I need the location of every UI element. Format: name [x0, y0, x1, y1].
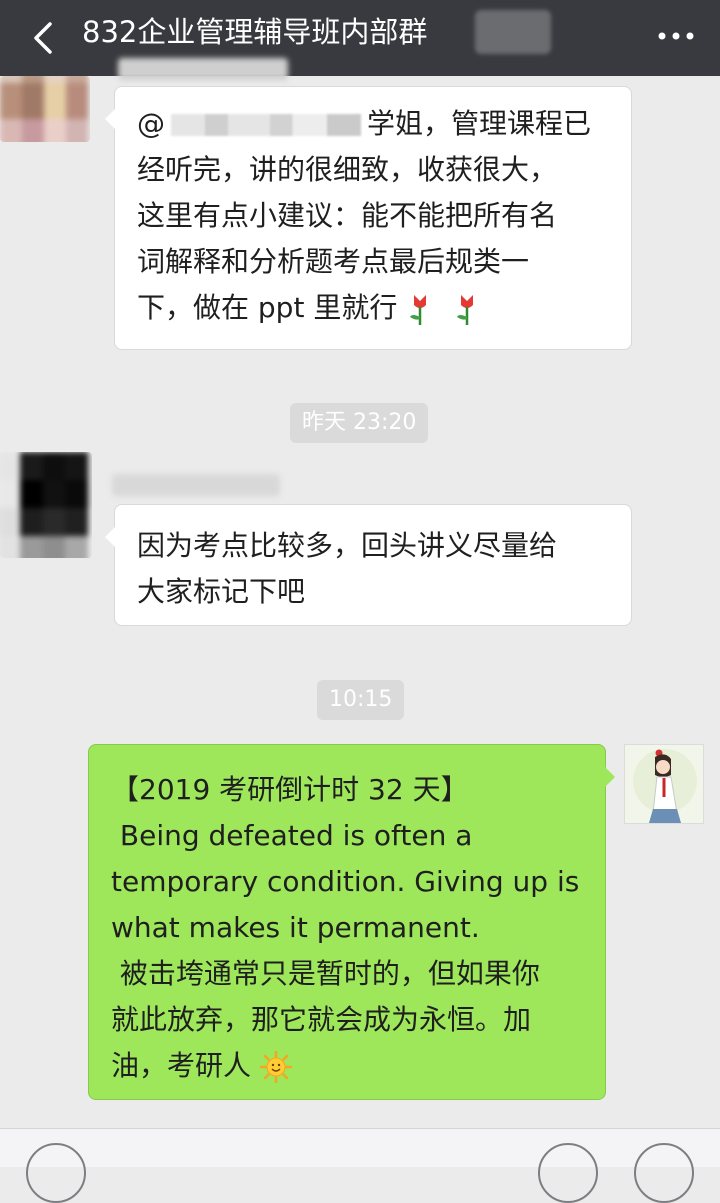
message-bubble[interactable]: 因为考点比较多，回头讲义尽量给 大家标记下吧 — [105, 504, 632, 626]
message-line: 学姐，管理课程已 — [367, 107, 592, 140]
message-line: what makes it permanent. — [111, 911, 480, 944]
bubble-tail — [105, 109, 115, 129]
chat-header: 832企业管理辅导班内部群 — [0, 0, 720, 76]
message-line: 就此放弃，那它就会成为永恒。加 — [111, 1003, 532, 1036]
message-line: 被击垮通常只是暂时的，但如果你 — [111, 957, 540, 990]
avatar[interactable] — [624, 744, 704, 824]
avatar[interactable] — [0, 452, 92, 558]
back-icon[interactable] — [26, 18, 66, 58]
bubble-tail — [105, 527, 115, 547]
message-line: 这里有点小建议：能不能把所有名 — [137, 199, 558, 232]
plus-icon[interactable] — [634, 1143, 694, 1203]
mention-symbol: @ — [137, 107, 165, 140]
chat-title: 832企业管理辅导班内部群 — [82, 15, 428, 49]
sender-name-redacted — [112, 474, 280, 496]
message-line: 下，做在 ppt 里就行 — [137, 291, 398, 324]
sun-emoji — [259, 1051, 292, 1083]
rose-emoji — [410, 295, 427, 325]
message-line: 油，考研人 — [111, 1049, 252, 1082]
message-text: 【2019 考研倒计时 32 天】 Being defeated is ofte… — [111, 767, 587, 1089]
redacted-title-suffix — [475, 10, 551, 54]
rose-emoji — [457, 295, 474, 325]
voice-icon[interactable] — [26, 1143, 86, 1203]
emoji-icon[interactable] — [538, 1143, 598, 1203]
more-icon[interactable] — [654, 24, 698, 48]
input-bar — [0, 1128, 720, 1203]
time-stamp: 10:15 — [317, 680, 405, 720]
message-line: 因为考点比较多，回头讲义尽量给 — [137, 529, 558, 562]
girl-avatar-icon — [633, 749, 697, 823]
message-line: 词解释和分析题考点最后规类一 — [137, 245, 530, 278]
sender-name-redacted — [118, 58, 288, 80]
message-line: 【2019 考研倒计时 32 天】 — [111, 773, 469, 806]
avatar[interactable] — [0, 76, 90, 142]
message-line: Being defeated is often a — [111, 819, 473, 852]
message-line: 经听完，讲的很细致，收获很大， — [137, 153, 558, 186]
message-line: temporary condition. Giving up is — [111, 865, 580, 898]
mention-name-redacted — [171, 114, 361, 136]
message-line: 大家标记下吧 — [137, 575, 306, 608]
message-bubble[interactable]: @ 学姐，管理课程已 经听完，讲的很细致，收获很大， 这里有点小建议：能不能把所有… — [105, 86, 632, 350]
message-text: 因为考点比较多，回头讲义尽量给 大家标记下吧 — [137, 523, 611, 615]
bubble-tail — [605, 767, 615, 787]
message-text: @ 学姐，管理课程已 经听完，讲的很细致，收获很大， 这里有点小建议：能不能把所有… — [137, 101, 611, 331]
message-bubble[interactable]: 【2019 考研倒计时 32 天】 Being defeated is ofte… — [88, 744, 615, 1100]
time-stamp: 昨天 23:20 — [290, 403, 429, 443]
